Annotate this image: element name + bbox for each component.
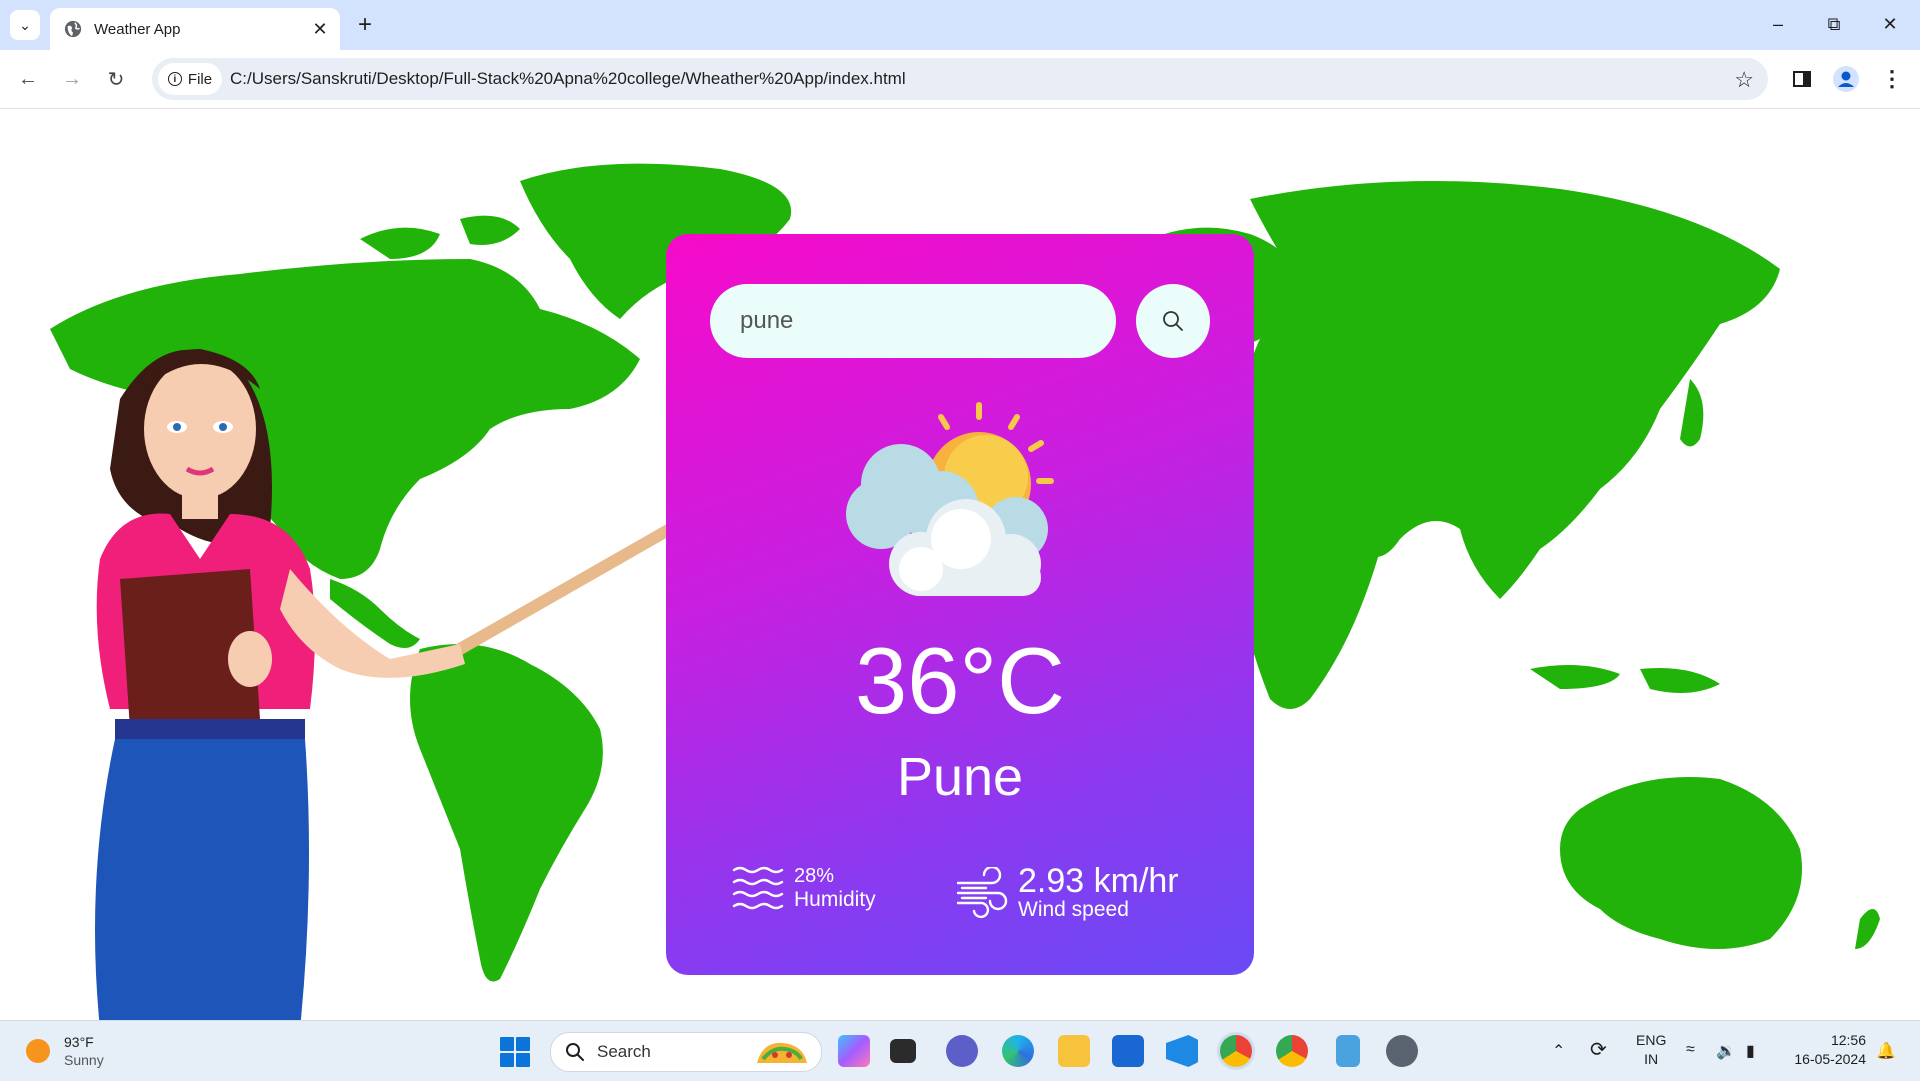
file-label: File [187,70,213,88]
search-icon [1163,311,1183,331]
chrome-menu-icon[interactable]: ⋮ [1876,63,1908,95]
new-tab-button[interactable]: + [350,10,380,40]
edge-browser-icon[interactable] [1002,1035,1034,1067]
city-search-input[interactable] [710,284,1116,358]
notepad-icon[interactable] [1336,1035,1360,1067]
windows-taskbar: 93°F Sunny Search ⌃ ⟳ ENG IN ≈ 🔉 ▮ 12:56… [0,1020,1920,1081]
humidity-label: Humidity [794,887,876,911]
lang-top: ENG [1636,1032,1667,1048]
profile-avatar-icon[interactable] [1830,63,1862,95]
site-info-chip[interactable]: i File [158,63,222,95]
info-icon: i [167,72,182,86]
tab-search-chevron-icon[interactable]: ⌄ [10,10,40,40]
minimize-window-icon[interactable]: – [1750,0,1806,48]
wind-icon [956,867,1008,919]
chrome-icon[interactable] [1220,1035,1252,1067]
copilot-icon[interactable] [838,1035,870,1067]
taskbar-search-label: Search [597,1042,651,1061]
url-text[interactable]: C:/Users/Sanskruti/Desktop/Full-Stack%20… [230,69,906,89]
sun-icon [26,1039,50,1063]
presenter-illustration [95,349,676,1020]
partly-cloudy-sun-icon [846,402,1054,596]
taskbar-search-box[interactable]: Search [550,1032,822,1072]
wind-speed-label: Wind speed [1018,898,1129,921]
clock-time: 12:56 [1830,1032,1866,1048]
chrome-profile-icon[interactable] [1276,1035,1308,1067]
clock-date: 16-05-2024 [1794,1051,1866,1067]
humidity-value: 28% [794,864,835,887]
lang-bottom: IN [1644,1051,1659,1067]
browser-toolbar: ← → ↻ i File C:/Users/Sanskruti/Desktop/… [0,50,1920,109]
reload-icon[interactable]: ↻ [100,63,132,95]
search-button[interactable] [1136,284,1210,358]
globe-icon [64,20,82,38]
taskbar-weather-desc: Sunny [64,1052,104,1068]
notification-bell-icon[interactable]: 🔔 [1876,1041,1896,1061]
sync-icon[interactable]: ⟳ [1590,1037,1607,1062]
show-hidden-icons-chevron-icon[interactable]: ⌃ [1552,1041,1565,1061]
app-settings-icon[interactable] [1386,1035,1418,1067]
file-explorer-icon[interactable] [1058,1035,1090,1067]
wifi-icon[interactable]: ≈ [1686,1041,1695,1059]
close-window-icon[interactable]: ✕ [1862,0,1918,48]
search-icon [566,1043,584,1061]
input-language-indicator[interactable]: ENG IN [1636,1031,1666,1069]
tab-close-icon[interactable]: ✕ [308,17,332,41]
page-content: 36°C Pune 28% Humidity [0,109,1920,1020]
weather-card: 36°C Pune 28% Humidity [666,234,1254,975]
teams-chat-icon[interactable] [946,1035,978,1067]
taskbar-weather-temp: 93°F [64,1034,94,1050]
tab-title: Weather App [94,20,181,38]
windows-start-icon[interactable] [500,1037,530,1067]
humidity-waves-icon [732,866,784,910]
search-highlight-taco-icon [757,1042,807,1063]
wind-speed-value: 2.93 km/hr [1018,862,1179,900]
restore-window-icon[interactable]: ⧉ [1806,0,1862,48]
microsoft-store-icon[interactable] [1112,1035,1144,1067]
temperature-display: 36°C [854,628,1066,733]
forward-arrow-icon[interactable]: → [56,63,88,95]
vscode-icon[interactable] [1166,1035,1198,1067]
tab-strip: ⌄ Weather App ✕ + – ⧉ ✕ [0,0,1920,50]
system-clock[interactable]: 12:56 16-05-2024 [1786,1031,1866,1069]
side-panel-icon[interactable] [1786,63,1818,95]
back-arrow-icon[interactable]: ← [12,63,44,95]
task-view-icon[interactable] [890,1039,916,1063]
taskbar-weather-widget[interactable]: 93°F Sunny [26,1033,104,1069]
wind-stat: 2.93 km/hr Wind speed [956,864,1179,922]
city-name: Pune [896,747,1024,807]
address-bar[interactable]: i File C:/Users/Sanskruti/Desktop/Full-S… [152,58,1768,100]
battery-icon[interactable]: ▮ [1746,1041,1755,1061]
browser-tab[interactable]: Weather App ✕ [50,8,340,50]
bookmark-star-icon[interactable]: ☆ [1734,67,1754,93]
humidity-stat: 28% Humidity [732,864,876,912]
volume-icon[interactable]: 🔉 [1716,1041,1736,1061]
